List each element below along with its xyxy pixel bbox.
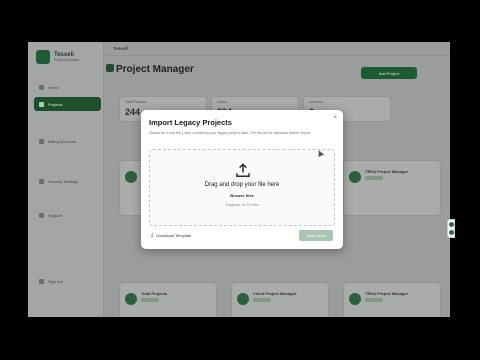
status-badge	[365, 176, 383, 180]
stat-label: Archived	[309, 100, 323, 104]
page-title-icon	[106, 64, 114, 72]
widget-icon	[449, 230, 454, 235]
stat-value: 244	[125, 107, 141, 117]
project-name: TRKA Project Manager	[365, 291, 409, 296]
widget-icon	[449, 222, 454, 227]
modal-description: Upload an Excel file (.xlsx) containing …	[149, 131, 312, 135]
sidebar-item-projects[interactable]: Projects	[34, 97, 101, 111]
sidebar: Tessell Project Manager Home Projects Bi…	[28, 42, 104, 317]
dropzone-title: Drag and drop your file here	[204, 182, 280, 188]
screen-frame: Tessell Project Manager Home Projects Bi…	[0, 0, 480, 360]
sidebar-item-support[interactable]: Support	[34, 208, 101, 222]
import-modal: Import Legacy Projects × Upload an Excel…	[141, 110, 343, 249]
sidebar-item-label: Sign out	[48, 278, 63, 284]
avatar	[125, 171, 137, 183]
avatar	[349, 171, 361, 183]
brand: Tessell Project Manager	[36, 50, 80, 64]
project-card[interactable]: TRKA Project Manager	[343, 160, 441, 216]
modal-title: Import Legacy Projects	[149, 118, 232, 127]
browse-files-link[interactable]: Browse files	[150, 193, 334, 198]
project-card[interactable]: Client Project Manager	[231, 282, 329, 317]
sidebar-item-label: Billing Accounts	[48, 138, 77, 144]
project-name: Total Projects	[141, 291, 168, 296]
help-icon	[39, 212, 44, 218]
close-icon[interactable]: ×	[333, 115, 337, 121]
download-icon: ⤓	[151, 232, 154, 238]
sidebar-signout[interactable]: Sign out	[34, 274, 101, 288]
topbar: Tessell	[105, 42, 450, 56]
card-icon	[39, 138, 44, 144]
brand-subtitle: Project Manager	[54, 58, 80, 62]
project-name: Client Project Manager	[253, 291, 297, 296]
file-dropzone[interactable]: Drag and drop your file here Browse file…	[149, 149, 335, 226]
shield-icon	[39, 178, 44, 184]
sidebar-item-billing[interactable]: Billing Accounts	[34, 134, 101, 148]
sidebar-item-label: Security Settings	[48, 178, 79, 184]
project-card[interactable]: Total Projects	[119, 282, 217, 317]
project-card[interactable]: TRKA Project Manager	[343, 282, 441, 317]
project-name: TRKA Project Manager	[365, 169, 409, 174]
stat-label: Total Projects	[125, 100, 147, 104]
avatar	[349, 293, 361, 305]
sidebar-item-home[interactable]: Home	[34, 80, 101, 94]
folder-icon	[39, 101, 44, 107]
avatar	[237, 293, 249, 305]
sidebar-item-label: Home	[48, 84, 59, 90]
download-template-button[interactable]: ⤓ Download Template	[151, 232, 191, 238]
sidebar-item-label: Support	[48, 212, 63, 218]
download-template-label: Download Template	[156, 232, 192, 238]
sidebar-item-security[interactable]: Security Settings	[34, 174, 101, 188]
status-badge	[253, 298, 271, 302]
add-project-button[interactable]: Add Project	[361, 67, 417, 79]
avatar	[125, 293, 137, 305]
home-icon	[39, 84, 44, 90]
breadcrumb: Tessell	[113, 46, 128, 51]
stat-label: Active	[217, 100, 227, 104]
upload-icon	[236, 163, 250, 177]
status-badge	[365, 298, 383, 302]
floating-widget[interactable]	[447, 219, 455, 238]
supported-files-note: Supports .XLSX files	[225, 203, 259, 207]
page-title: Project Manager	[116, 64, 194, 75]
start-import-button[interactable]: Start Import	[299, 230, 333, 241]
status-badge	[141, 298, 159, 302]
logout-icon	[39, 278, 44, 284]
sidebar-item-label: Projects	[48, 101, 63, 107]
brand-text: Tessell Project Manager	[54, 52, 80, 62]
brand-logo	[36, 50, 50, 64]
